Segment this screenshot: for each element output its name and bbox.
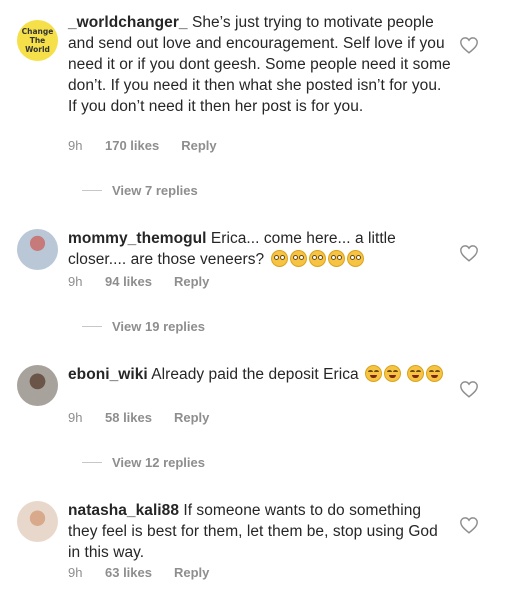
reply-button[interactable]: Reply: [174, 410, 209, 425]
tears-of-joy-face-icon: [407, 365, 425, 382]
heart-outline-icon[interactable]: [459, 380, 479, 398]
comment-meta: 9h 58 likes Reply: [68, 410, 209, 425]
flushed-face-icon: [270, 250, 288, 267]
avatar-text: The: [29, 36, 46, 45]
comment-meta: 9h 170 likes Reply: [68, 138, 217, 153]
avatar-text: World: [25, 45, 50, 54]
view-replies-button[interactable]: View 7 replies: [82, 183, 198, 198]
comment-text: mommy_themogul Erica... come here... a l…: [68, 228, 454, 270]
avatar[interactable]: [17, 365, 58, 406]
emoji-group: [269, 250, 364, 268]
flushed-face-icon: [346, 250, 364, 267]
comment-username[interactable]: _worldchanger_: [68, 14, 188, 31]
divider: [82, 326, 102, 327]
comment-body: Already paid the deposit Erica: [151, 366, 359, 383]
comment-text: eboni_wiki Already paid the deposit Eric…: [68, 364, 454, 385]
avatar[interactable]: Change The World: [17, 20, 58, 61]
avatar[interactable]: [17, 501, 58, 542]
likes-count[interactable]: 94 likes: [105, 274, 152, 289]
view-replies-button[interactable]: View 12 replies: [82, 455, 205, 470]
avatar-text: Change: [21, 27, 54, 36]
view-replies-button[interactable]: View 19 replies: [82, 319, 205, 334]
likes-count[interactable]: 63 likes: [105, 565, 152, 580]
flushed-face-icon: [289, 250, 307, 267]
likes-count[interactable]: 58 likes: [105, 410, 152, 425]
divider: [82, 190, 102, 191]
comment-meta: 9h 94 likes Reply: [68, 274, 209, 289]
avatar[interactable]: [17, 229, 58, 270]
comment-username[interactable]: eboni_wiki: [68, 366, 148, 383]
comment-username[interactable]: mommy_themogul: [68, 230, 207, 247]
view-replies-label: View 19 replies: [112, 319, 205, 334]
reply-button[interactable]: Reply: [174, 274, 209, 289]
reply-button[interactable]: Reply: [181, 138, 216, 153]
comment-time: 9h: [68, 138, 83, 153]
comment-meta: 9h 63 likes Reply: [68, 565, 209, 580]
comment-time: 9h: [68, 410, 83, 425]
flushed-face-icon: [308, 250, 326, 267]
comment-text: _worldchanger_ She’s just trying to moti…: [68, 12, 454, 117]
tears-of-joy-face-icon: [426, 365, 444, 382]
comment-time: 9h: [68, 274, 83, 289]
flushed-face-icon: [327, 250, 345, 267]
tears-of-joy-face-icon: [384, 365, 402, 382]
heart-outline-icon[interactable]: [459, 516, 479, 534]
view-replies-label: View 12 replies: [112, 455, 205, 470]
view-replies-label: View 7 replies: [112, 183, 198, 198]
comment-text: natasha_kali88 If someone wants to do so…: [68, 500, 454, 563]
comment-time: 9h: [68, 565, 83, 580]
comment-username[interactable]: natasha_kali88: [68, 502, 179, 519]
divider: [82, 462, 102, 463]
reply-button[interactable]: Reply: [174, 565, 209, 580]
heart-outline-icon[interactable]: [459, 244, 479, 262]
tears-of-joy-face-icon: [365, 365, 383, 382]
heart-outline-icon[interactable]: [459, 36, 479, 54]
emoji-group: [363, 365, 444, 383]
likes-count[interactable]: 170 likes: [105, 138, 159, 153]
